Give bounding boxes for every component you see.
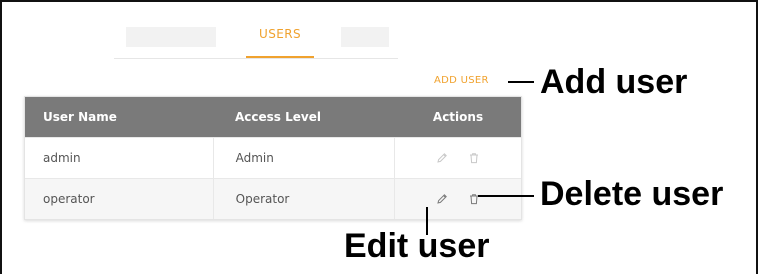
header-user-name: User Name — [43, 110, 117, 124]
add-user-pointer-line — [508, 81, 534, 83]
users-table: User Name Access Level Actions admin Adm… — [24, 96, 522, 220]
cell-user-name: operator — [43, 192, 95, 206]
callout-edit-user: Edit user — [344, 227, 490, 265]
add-user-button[interactable]: ADD USER — [434, 73, 489, 89]
cell-actions — [394, 179, 521, 219]
tab-users[interactable]: USERS — [246, 24, 314, 56]
cell-actions — [394, 138, 521, 178]
cell-access-level: Admin — [212, 138, 395, 178]
cell-access-level: Operator — [212, 179, 395, 219]
tab-placeholder-right[interactable] — [341, 27, 389, 47]
trash-icon[interactable] — [467, 151, 481, 165]
callout-delete-user: Delete user — [540, 175, 724, 213]
pencil-icon[interactable] — [435, 151, 449, 165]
tab-placeholder-left[interactable] — [126, 27, 216, 47]
header-actions: Actions — [432, 110, 484, 124]
tab-divider — [114, 58, 398, 59]
table-row-admin: admin Admin — [25, 137, 521, 178]
callout-add-user: Add user — [540, 63, 688, 101]
header-access-level: Access Level — [235, 110, 321, 124]
cell-user-name: admin — [43, 151, 81, 165]
table-row-operator: operator Operator — [25, 178, 521, 219]
delete-user-pointer-line — [478, 195, 534, 197]
table-header: User Name Access Level Actions — [25, 97, 521, 137]
pencil-icon[interactable] — [435, 192, 449, 206]
